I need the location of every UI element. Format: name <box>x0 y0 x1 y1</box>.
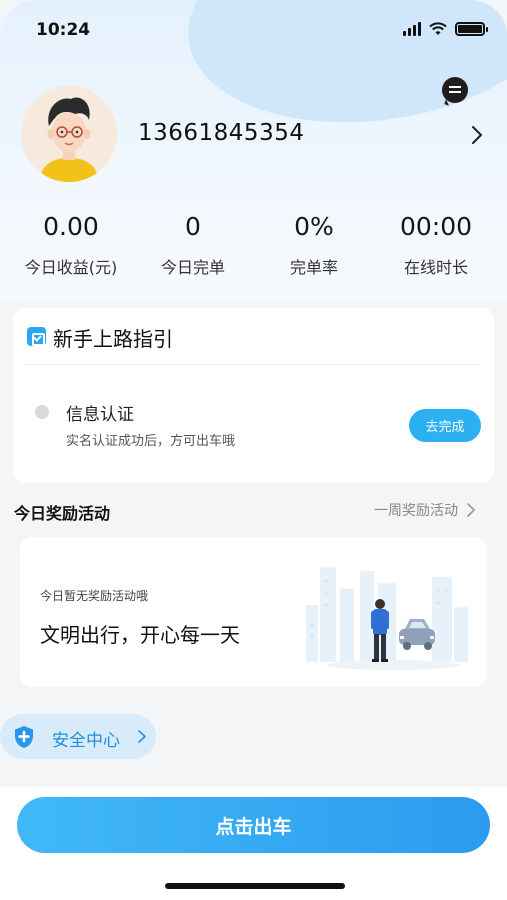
stat-completion-rate: 0% 完单率 <box>259 210 369 278</box>
shield-icon <box>15 726 33 748</box>
stat-label: 今日收益(元) <box>24 258 118 277</box>
start-driving-button[interactable]: 点击出车 <box>17 797 490 853</box>
stat-completed-orders: 0 今日完单 <box>138 210 248 278</box>
battery-icon <box>455 22 488 36</box>
avatar-illustration <box>21 86 117 182</box>
stat-value: 0.00 <box>43 212 99 241</box>
status-bar: 10:24 <box>0 0 507 56</box>
rewards-card: 今日暂无奖励活动哦 文明出行，开心每一天 <box>20 537 487 687</box>
stat-label: 完单率 <box>289 258 338 277</box>
stat-value: 00:00 <box>399 212 473 241</box>
status-dot-icon <box>35 405 49 419</box>
divider <box>27 364 480 365</box>
checklist-icon <box>27 327 46 346</box>
newbie-guide-card: 新手上路指引 信息认证 实名认证成功后，方可出车哦 去完成 <box>13 308 494 483</box>
stat-earnings: 0.00 今日收益(元) <box>16 210 126 278</box>
stat-label: 今日完单 <box>160 258 225 277</box>
message-icon[interactable] <box>442 77 468 103</box>
safety-center-label: 安全中心 <box>52 731 120 751</box>
status-time: 10:24 <box>36 20 91 40</box>
home-indicator <box>165 883 345 889</box>
chevron-right-icon[interactable] <box>467 124 487 146</box>
city-driver-illustration <box>306 567 468 670</box>
rewards-section-title: 今日奖励活动 <box>14 504 111 523</box>
stat-value: 0 <box>185 212 201 241</box>
weekly-rewards-label: 一周奖励活动 <box>374 503 458 519</box>
complete-task-button[interactable]: 去完成 <box>409 409 481 442</box>
phone-number[interactable]: 13661845354 <box>138 120 304 146</box>
chevron-right-icon <box>138 730 146 743</box>
avatar[interactable] <box>21 86 117 182</box>
guide-title: 新手上路指引 <box>53 327 173 351</box>
wifi-icon <box>429 22 447 35</box>
reward-slogan: 文明出行，开心每一天 <box>40 623 240 647</box>
signal-icon <box>403 22 421 36</box>
safety-center-button[interactable]: 安全中心 <box>0 714 156 759</box>
stat-value: 0% <box>294 212 334 241</box>
task-title: 信息认证 <box>66 405 134 425</box>
weekly-rewards-link[interactable]: 一周奖励活动 <box>374 500 476 520</box>
chevron-right-icon <box>467 503 475 517</box>
stat-online-time: 00:00 在线时长 <box>381 210 491 278</box>
stat-label: 在线时长 <box>403 258 468 277</box>
no-rewards-text: 今日暂无奖励活动哦 <box>40 589 149 603</box>
task-description: 实名认证成功后，方可出车哦 <box>66 434 236 449</box>
